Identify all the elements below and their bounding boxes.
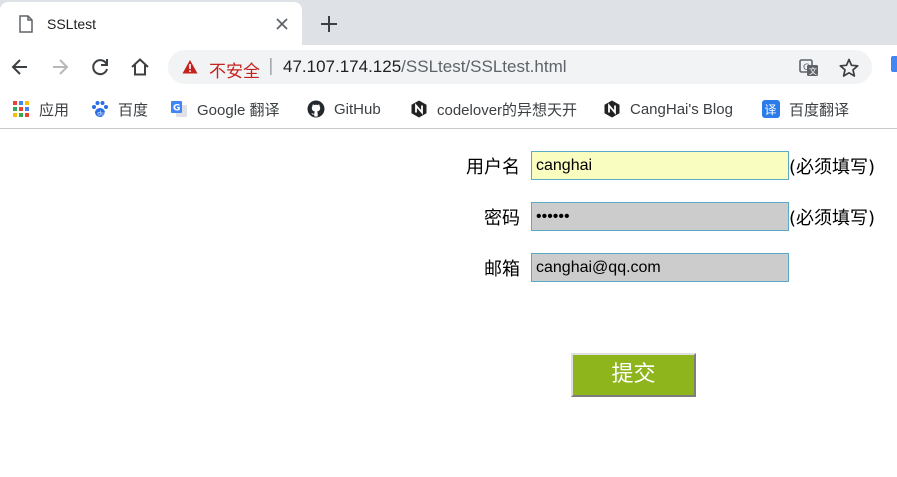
url-path: /SSLtest/SSLtest.html [401, 57, 567, 76]
bookmark-label: Google 翻译 [197, 101, 280, 119]
password-label: 密码 [484, 208, 520, 229]
tab-title: SSLtest [47, 16, 97, 32]
bookmark-codelover[interactable]: codelover的异想天开 [410, 99, 580, 119]
password-input[interactable]: •••••• [531, 202, 789, 231]
svg-text:G: G [173, 104, 180, 114]
username-required-hint: (必须填写) [789, 157, 876, 178]
svg-text:du: du [97, 111, 105, 118]
tab-ssltest[interactable]: SSLtest [0, 2, 302, 45]
n-logo-icon [604, 100, 620, 118]
apps-grid-icon [13, 101, 29, 117]
bookmark-google-translate[interactable]: G Google 翻译 [170, 99, 280, 119]
translate-icon[interactable]: G 文 [798, 57, 820, 79]
url-host: 47.107.174.125 [283, 57, 402, 76]
svg-text:文: 文 [809, 66, 817, 76]
reload-icon[interactable] [89, 56, 111, 78]
bookmark-apps[interactable]: 应用 [12, 99, 69, 119]
email-input[interactable] [531, 253, 789, 282]
password-required-hint: (必须填写) [789, 208, 876, 229]
bookmark-canghai-blog[interactable]: CangHai's Blog [603, 99, 733, 119]
bookmark-baidu-translate[interactable]: 译 百度翻译 [762, 99, 849, 119]
email-label: 邮箱 [484, 259, 520, 280]
bookmark-label: GitHub [334, 100, 381, 118]
baidu-translate-icon: 译 [762, 100, 780, 118]
document-icon [19, 15, 33, 33]
forward-icon[interactable] [49, 56, 71, 78]
bookmark-label: 百度 [118, 101, 149, 119]
browser-toolbar: 不安全 | 47.107.174.125/SSLtest/SSLtest.htm… [0, 45, 897, 89]
bookmark-github[interactable]: GitHub [307, 99, 381, 119]
github-icon [307, 100, 325, 118]
address-bar[interactable]: 不安全 | 47.107.174.125/SSLtest/SSLtest.htm… [168, 50, 872, 84]
baidu-paw-icon: du [92, 101, 108, 118]
close-tab-icon[interactable] [273, 15, 291, 33]
security-status-label[interactable]: 不安全 [209, 57, 260, 82]
submit-button[interactable]: 提交 [571, 353, 696, 397]
url-separator: | [268, 56, 274, 76]
back-icon[interactable] [9, 56, 31, 78]
home-icon[interactable] [129, 56, 151, 78]
svg-text:译: 译 [765, 103, 777, 117]
bookmark-star-icon[interactable] [838, 57, 860, 79]
bookmark-label: 应用 [39, 101, 70, 119]
warning-triangle-icon[interactable] [182, 59, 198, 75]
bookmark-label: CangHai's Blog [630, 100, 733, 118]
new-tab-icon[interactable] [318, 13, 340, 35]
extension-icon[interactable] [891, 56, 897, 72]
bookmarks-bar: 应用 du 百度 G Google 翻译 GitHub codelover的异想… [0, 89, 897, 129]
bookmark-baidu[interactable]: du 百度 [91, 99, 148, 119]
bookmark-label: 百度翻译 [789, 101, 850, 119]
google-translate-icon: G [171, 101, 187, 117]
url-text[interactable]: 47.107.174.125/SSLtest/SSLtest.html [283, 57, 567, 77]
tab-strip: SSLtest [0, 0, 897, 45]
n-logo-icon [411, 100, 427, 118]
bookmark-label: codelover的异想天开 [437, 101, 578, 119]
username-label: 用户名 [466, 157, 520, 178]
username-input[interactable] [531, 151, 789, 180]
